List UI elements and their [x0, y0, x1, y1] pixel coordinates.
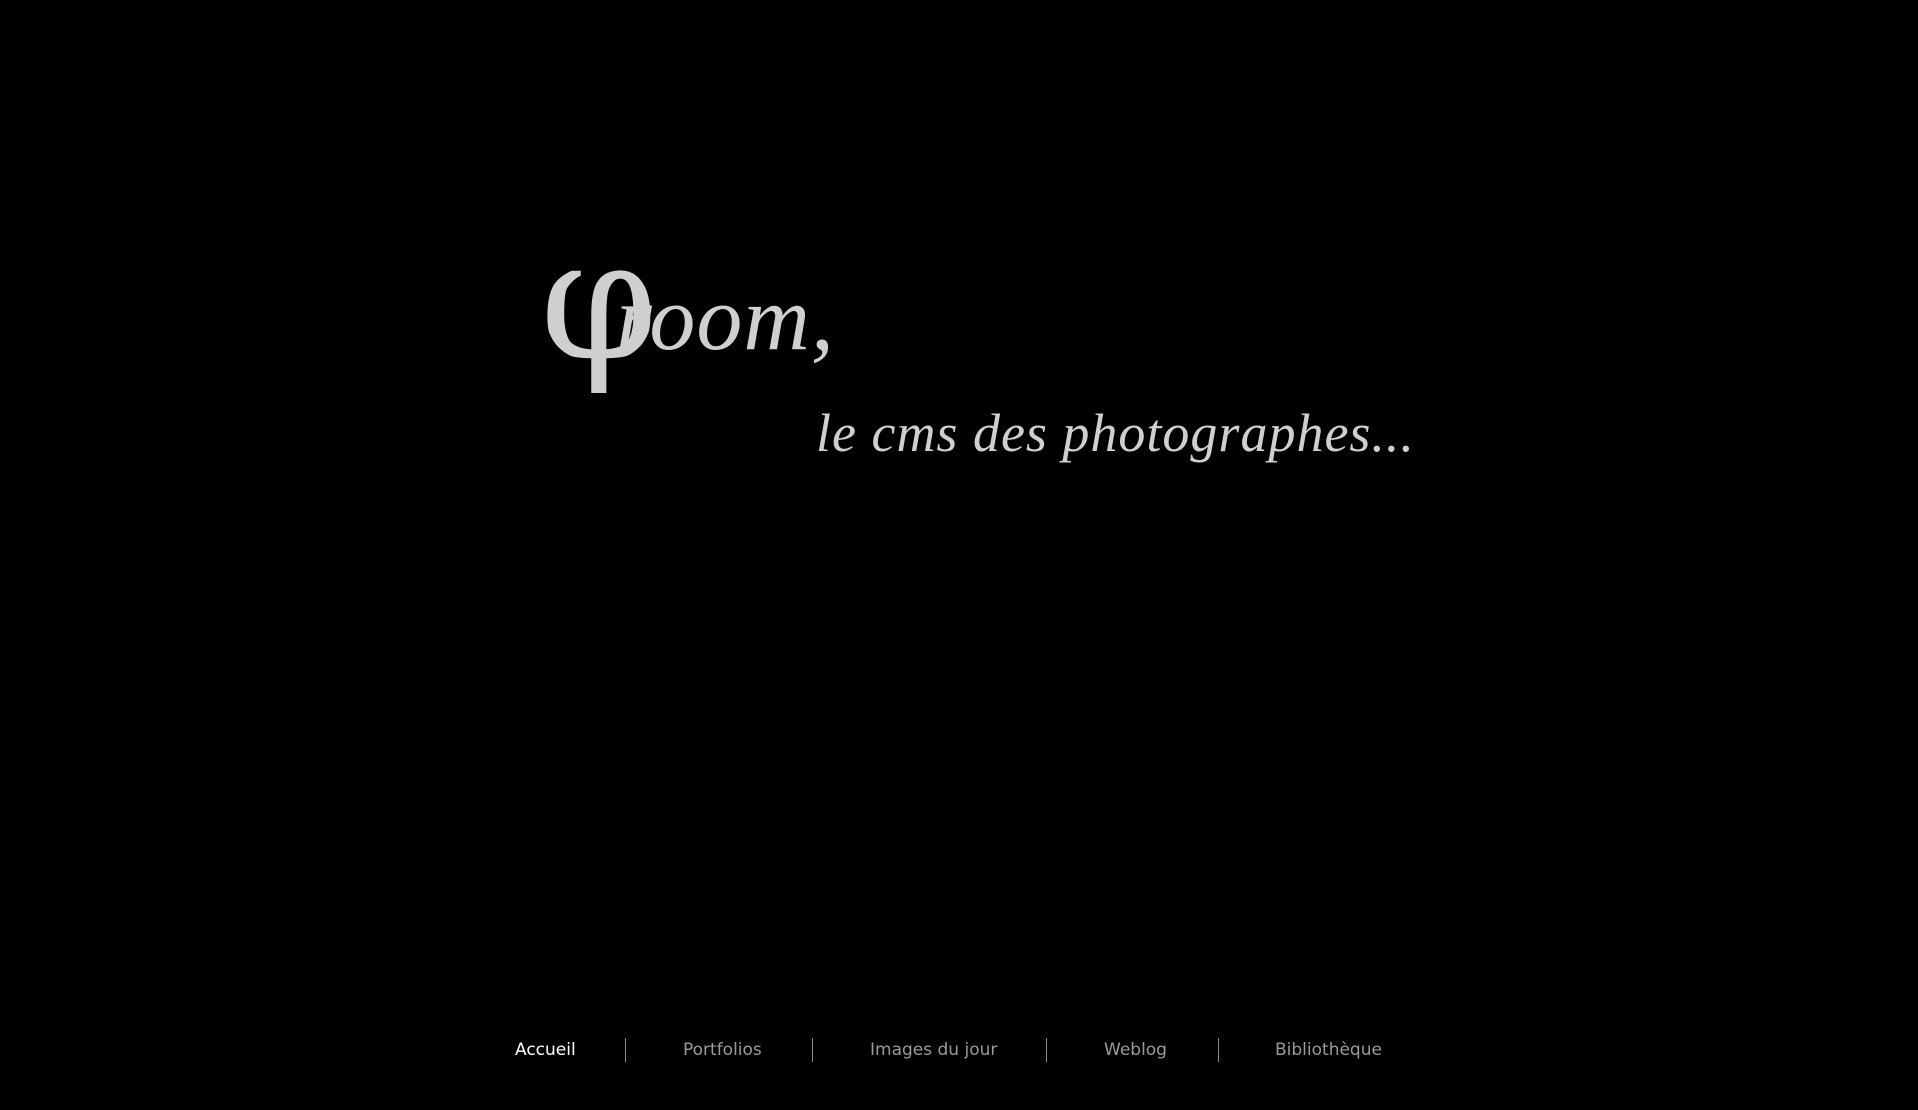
nav-divider [625, 1038, 626, 1062]
nav-divider [812, 1038, 813, 1062]
nav-item-bibliotheque[interactable]: Bibliothèque [1275, 1038, 1382, 1062]
nav-divider [1218, 1038, 1219, 1062]
nav-item-portfolios[interactable]: Portfolios [683, 1038, 762, 1062]
main-navigation: Accueil Portfolios Images du jour Weblog… [0, 1038, 1918, 1062]
home-page: φ room, le cms des photographes... Accue… [0, 0, 1918, 1110]
logo-wordmark: room, [616, 267, 835, 369]
nav-item-weblog[interactable]: Weblog [1104, 1038, 1167, 1062]
nav-item-images-du-jour[interactable]: Images du jour [870, 1038, 997, 1062]
site-tagline: le cms des photographes... [816, 403, 1415, 463]
nav-divider [1046, 1038, 1047, 1062]
nav-item-accueil[interactable]: Accueil [515, 1038, 576, 1062]
